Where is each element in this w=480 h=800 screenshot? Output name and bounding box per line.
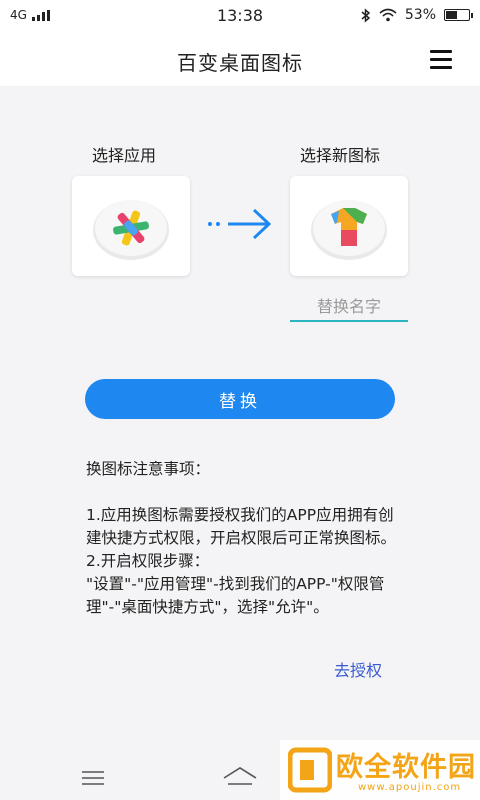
notes-line: 2.开启权限步骤： [86,552,210,570]
notes-section: 换图标注意事项： 1.应用换图标需要授权我们的APP应用拥有创建快捷方式权限，开… [86,458,406,619]
select-app-card[interactable] [72,176,190,276]
watermark-url: www.apoujin.com [358,782,462,793]
arrow-right-icon [208,208,272,240]
watermark-title: 欧全软件园 [336,752,476,783]
menu-button[interactable] [430,50,452,70]
watermark: 欧全软件园 www.apoujin.com [280,740,480,800]
app-bar: 百变桌面图标 [0,34,480,86]
new-icon [311,200,387,260]
watermark-logo-icon [288,747,332,793]
menu-icon-line [430,66,452,69]
select-icon-label: 选择新图标 [300,146,381,165]
app-icon [93,200,169,260]
status-right: 53% [361,7,473,23]
select-app-label: 选择应用 [92,146,157,165]
notes-line: "设置"-"应用管理"-找到我们的APP-"权限管理"-"桌面快捷方式"，选择"… [86,575,385,616]
nav-home-icon[interactable] [222,766,258,786]
status-bar: 4G 13:38 53% [0,0,480,34]
notes-line: 1.应用换图标需要授权我们的APP应用拥有创建快捷方式权限，开启权限后可正常换图… [86,506,397,547]
wifi-icon [379,8,397,22]
menu-icon [430,50,452,53]
notes-heading: 换图标注意事项： [86,460,211,478]
battery-percent: 53% [404,7,436,23]
nav-menu-icon[interactable] [82,770,104,786]
page-title: 百变桌面图标 [177,51,303,75]
battery-level [446,11,458,19]
authorize-link[interactable]: 去授权 [334,657,382,681]
battery-icon [444,9,473,21]
menu-icon-line [430,58,452,61]
select-new-icon-card[interactable] [290,176,408,276]
replace-button[interactable]: 替换 [85,379,395,419]
bluetooth-icon [361,7,371,23]
rename-input[interactable] [290,292,408,322]
